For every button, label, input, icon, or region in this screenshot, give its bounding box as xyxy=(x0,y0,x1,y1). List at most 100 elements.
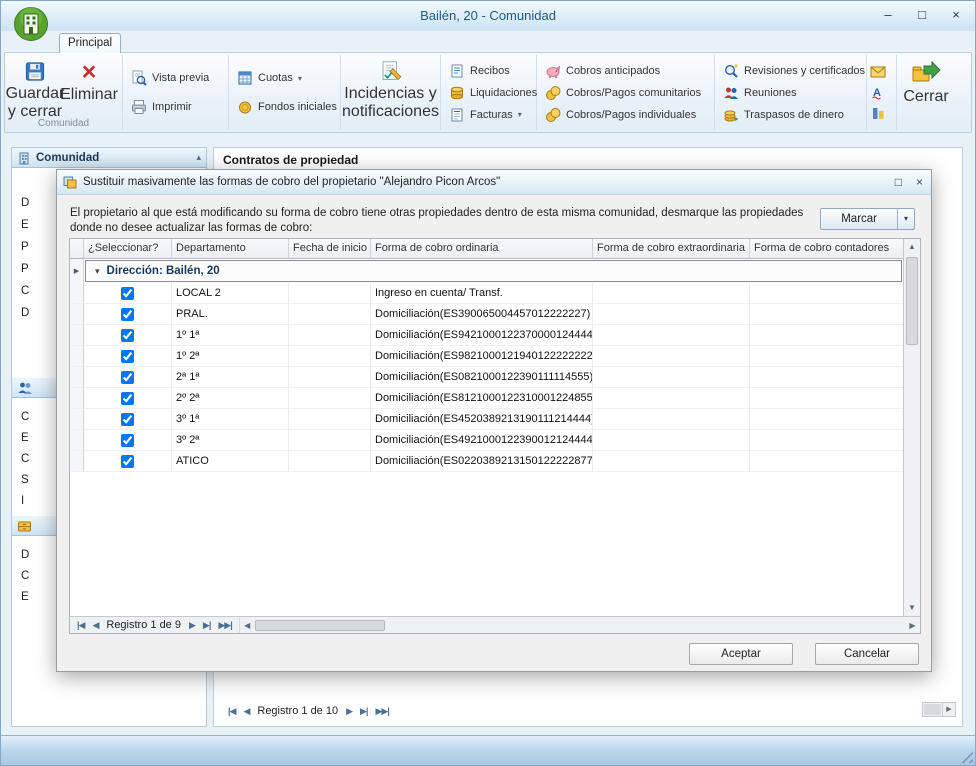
mail-button[interactable] xyxy=(870,62,886,81)
table-row[interactable]: 3º 2ª Domiciliación(ES492100012239001212… xyxy=(70,430,920,451)
table-row[interactable]: PRAL. Domiciliación(ES390065004457012222… xyxy=(70,304,920,325)
row-select-checkbox[interactable] xyxy=(121,371,134,384)
liquidaciones-button[interactable]: Liquidaciones xyxy=(444,83,542,103)
col-departamento[interactable]: Departamento xyxy=(172,239,289,259)
coin-stack-icon xyxy=(723,107,739,123)
first-record-button[interactable]: |◀ xyxy=(77,620,84,631)
marcar-dropdown-icon[interactable]: ▾ xyxy=(897,209,914,229)
row-select-checkbox[interactable] xyxy=(121,329,134,342)
prev-record-button[interactable]: ◀ xyxy=(243,706,249,717)
col-seleccionar[interactable]: ¿Seleccionar? xyxy=(84,239,172,259)
marcar-button[interactable]: Marcar xyxy=(821,209,897,229)
guardar-y-cerrar-button[interactable]: Guardar y cerrar xyxy=(8,57,62,121)
table-row[interactable]: ATICO Domiciliación(ES022038921315012222… xyxy=(70,451,920,472)
row-select-checkbox[interactable] xyxy=(121,434,134,447)
horizontal-scrollbar[interactable]: ◀ ▶ xyxy=(239,617,920,633)
vertical-scrollbar[interactable]: ▲ ▼ xyxy=(903,239,920,616)
cell-extraordinaria xyxy=(593,283,750,304)
row-select-checkbox[interactable] xyxy=(121,350,134,363)
table-row[interactable]: LOCAL 2 Ingreso en cuenta/ Transf. xyxy=(70,283,920,304)
cuotas-button[interactable]: Cuotas ▾ xyxy=(232,68,342,88)
cell-fecha xyxy=(289,367,371,388)
ribbon-group-cobros: Cobros anticipados Cobros/Pagos comunita… xyxy=(537,55,715,130)
row-select-checkbox[interactable] xyxy=(121,392,134,405)
scroll-down-icon[interactable]: ▼ xyxy=(904,600,920,616)
col-cobro-contadores[interactable]: Forma de cobro contadores xyxy=(750,239,920,259)
window-titlebar: Bailén, 20 - Comunidad – □ × xyxy=(1,1,975,31)
app-menu-button[interactable] xyxy=(13,6,49,42)
select-cell xyxy=(84,325,172,346)
first-record-button[interactable]: |◀ xyxy=(228,706,235,717)
row-select-checkbox[interactable] xyxy=(121,413,134,426)
close-button[interactable]: × xyxy=(949,7,963,22)
minimize-button[interactable]: – xyxy=(881,7,895,22)
horizontal-scrollbar[interactable]: ▶ xyxy=(922,702,956,717)
next-record-button[interactable]: ▶ xyxy=(346,706,352,717)
incidencias-button[interactable]: Incidencias y notificaciones xyxy=(345,57,437,121)
facturas-button[interactable]: Facturas ▾ xyxy=(444,105,542,125)
table-row[interactable]: 2ª 1ª Domiciliación(ES082100012239011111… xyxy=(70,367,920,388)
scrollbar-thumb[interactable] xyxy=(924,704,941,715)
table-row[interactable]: 1º 2ª Domiciliación(ES982100012194012222… xyxy=(70,346,920,367)
cerrar-button[interactable]: Cerrar xyxy=(900,57,952,121)
close-exit-icon xyxy=(911,60,941,86)
cobros-anticipados-button[interactable]: Cobros anticipados xyxy=(540,61,706,81)
spelling-button[interactable]: A xyxy=(870,83,886,102)
dialog-close-button[interactable]: × xyxy=(916,175,923,189)
cobros-pagos-individuales-button[interactable]: Cobros/Pagos individuales xyxy=(540,105,706,125)
last-record-button[interactable]: ▶| xyxy=(203,620,210,631)
row-select-checkbox[interactable] xyxy=(121,455,134,468)
sidebar-group-comunidad[interactable]: Comunidad ▴ xyxy=(12,148,206,168)
revisiones-button[interactable]: Revisiones y certificados xyxy=(718,61,870,81)
cell-ordinaria: Domiciliación(ES4520389213190111214444) xyxy=(371,409,593,430)
recibos-button[interactable]: Recibos xyxy=(444,61,542,81)
row-select-checkbox[interactable] xyxy=(121,308,134,321)
scroll-right-icon[interactable]: ▶ xyxy=(905,621,920,630)
cell-fecha xyxy=(289,409,371,430)
row-select-checkbox[interactable] xyxy=(121,287,134,300)
col-cobro-ordinaria[interactable]: Forma de cobro ordinaria xyxy=(371,239,593,259)
imprimir-button[interactable]: Imprimir xyxy=(126,97,214,117)
tab-principal[interactable]: Principal xyxy=(59,33,121,53)
properties-grid: ¿Seleccionar? Departamento Fecha de inic… xyxy=(69,238,921,634)
dialog-restore-button[interactable]: □ xyxy=(895,175,902,189)
export-button[interactable] xyxy=(871,104,886,123)
sustituir-formas-cobro-dialog: Sustituir masivamente las formas de cobr… xyxy=(56,169,932,672)
traspasos-button[interactable]: Traspasos de dinero xyxy=(718,105,870,125)
cell-departamento: 2º 2ª xyxy=(172,388,289,409)
row-indicator xyxy=(70,367,84,388)
ribbon-group-incidencias: Incidencias y notificaciones xyxy=(341,55,441,130)
table-row[interactable]: 2º 2ª Domiciliación(ES812100012231000122… xyxy=(70,388,920,409)
col-fecha-inicio[interactable]: Fecha de inicio xyxy=(289,239,371,259)
scroll-up-icon[interactable]: ▲ xyxy=(904,239,920,255)
vista-previa-button[interactable]: Vista previa xyxy=(126,68,214,88)
group-expander-icon[interactable]: ▾ xyxy=(95,266,100,277)
cancelar-button[interactable]: Cancelar xyxy=(815,643,919,665)
cobros-pagos-comunitarios-button[interactable]: Cobros/Pagos comunitarios xyxy=(540,83,706,103)
scrollbar-thumb[interactable] xyxy=(255,620,385,631)
new-record-button[interactable]: ▶▶| xyxy=(375,706,388,717)
eliminar-button[interactable]: × Eliminar xyxy=(62,57,116,121)
group-row[interactable]: ▶ ▾ Dirección: Bailén, 20 xyxy=(70,259,920,283)
letter-a-icon: A xyxy=(870,85,886,100)
select-cell xyxy=(84,367,172,388)
new-record-button[interactable]: ▶▶| xyxy=(218,620,231,631)
table-row[interactable]: 1º 1ª Domiciliación(ES942100012237000012… xyxy=(70,325,920,346)
prev-record-button[interactable]: ◀ xyxy=(92,620,98,631)
liquidaciones-icon xyxy=(449,85,465,101)
col-cobro-extraordinaria[interactable]: Forma de cobro extraordinaria xyxy=(593,239,750,259)
scroll-right-icon[interactable]: ▶ xyxy=(942,703,955,716)
ribbon-group-print: Vista previa Imprimir xyxy=(123,55,229,130)
reuniones-button[interactable]: Reuniones xyxy=(718,83,870,103)
resize-grip[interactable] xyxy=(960,750,973,763)
scroll-left-icon[interactable]: ◀ xyxy=(240,621,255,630)
aceptar-button[interactable]: Aceptar xyxy=(689,643,793,665)
application-window: Bailén, 20 - Comunidad – □ × Principal xyxy=(0,0,976,766)
table-row[interactable]: 3º 1ª Domiciliación(ES452038921319011121… xyxy=(70,409,920,430)
fondos-iniciales-button[interactable]: Fondos iniciales xyxy=(232,97,342,117)
next-record-button[interactable]: ▶ xyxy=(189,620,195,631)
scrollbar-thumb[interactable] xyxy=(906,257,918,345)
maximize-button[interactable]: □ xyxy=(915,7,929,22)
cell-ordinaria: Domiciliación(ES0821000122390111114555) xyxy=(371,367,593,388)
last-record-button[interactable]: ▶| xyxy=(360,706,367,717)
